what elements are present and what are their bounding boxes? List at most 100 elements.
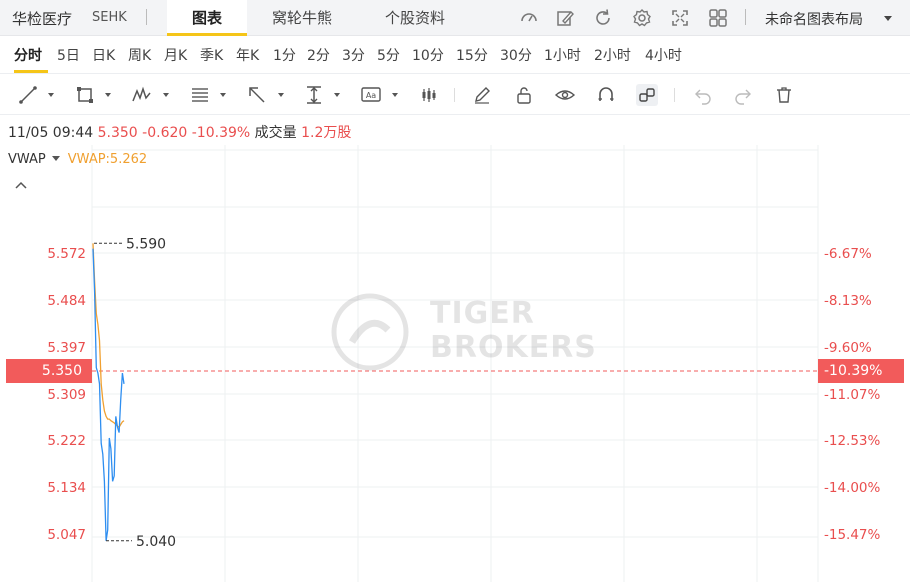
period-week[interactable]: 周K [128,45,151,65]
active-period-indicator [14,70,48,73]
y-tick-label: 5.134 [47,480,86,496]
y-tick-label: -9.60% [824,340,872,356]
period-month[interactable]: 月K [164,45,187,65]
y-tick-label: -8.13% [824,293,872,309]
y-axis-left: 5.572 5.484 5.397 5.309 5.222 5.134 5.047 [47,246,86,543]
y-tick-label: 5.572 [47,246,86,262]
quote-change-pct: -10.39% [191,125,251,141]
chevron-down-icon[interactable] [163,93,169,97]
divider [674,88,675,102]
chart-grid [91,145,819,582]
vwap-value: VWAP:5.262 [67,152,148,167]
period-quarter[interactable]: 季K [200,45,223,65]
y-tick-label: -14.00% [824,480,881,496]
link-icon[interactable] [636,84,658,106]
price-series-line [92,248,125,541]
quote-info: 11/05 09:44 5.350 -0.620 -10.39% 成交量 1.2… [8,122,351,142]
low-price-label: 5.040 [136,534,176,550]
y-tick-label: -11.07% [824,387,881,403]
high-price-label: 5.590 [126,236,166,252]
tab-chart[interactable]: 图表 [167,0,247,36]
period-2h[interactable]: 2小时 [594,45,631,65]
reload-icon[interactable] [592,7,614,29]
svg-text:Aa: Aa [366,91,376,100]
layout-selector[interactable]: 未命名图表布局 [765,9,863,29]
fib-tool-icon[interactable] [189,84,211,106]
measure-tool-icon[interactable] [303,84,325,106]
tab-warrants[interactable]: 窝轮牛熊 [257,0,347,36]
period-bar: 分时 5日 日K 周K 月K 季K 年K 1分 2分 3分 5分 10分 15分… [0,36,910,74]
grid-layout-icon[interactable] [707,7,729,29]
chevron-down-icon[interactable] [334,93,340,97]
redo-icon[interactable] [732,84,754,106]
period-1h[interactable]: 1小时 [544,45,581,65]
y-tick-label: -15.47% [824,527,881,543]
chevron-down-icon[interactable] [884,16,892,21]
period-15m[interactable]: 15分 [456,45,488,65]
text-tool-icon[interactable]: Aa [360,84,382,106]
top-bar: 华检医疗 SEHK 图表 窝轮牛熊 个股资料 未命名图表布局 [0,0,910,36]
period-4h[interactable]: 4小时 [645,45,682,65]
y-tick-label: 5.309 [47,387,86,403]
period-day[interactable]: 日K [92,45,115,65]
chart-annotations: 5.590 5.040 [94,236,176,550]
chevron-down-icon[interactable] [51,156,60,161]
period-2m[interactable]: 2分 [307,45,330,65]
fullscreen-icon[interactable] [669,7,691,29]
magnet-icon[interactable] [595,84,617,106]
chart-series [92,243,125,541]
chevron-up-icon[interactable] [14,180,28,190]
period-5d[interactable]: 5日 [57,45,80,65]
divider [745,9,746,25]
arrow-tool-icon[interactable] [246,84,268,106]
chevron-down-icon[interactable] [392,93,398,97]
period-year[interactable]: 年K [236,45,259,65]
candlestick-icon[interactable] [418,84,440,106]
price-chart[interactable]: 5.572 5.484 5.397 5.309 5.222 5.134 5.047 -6.6… [0,145,910,582]
y-tick-label: 5.047 [47,527,86,543]
settings-icon[interactable] [631,7,653,29]
quote-change: -0.620 [142,125,188,141]
period-10m[interactable]: 10分 [412,45,444,65]
period-3m[interactable]: 3分 [342,45,365,65]
chevron-down-icon[interactable] [48,93,54,97]
chevron-down-icon[interactable] [220,93,226,97]
refresh-gauge-icon[interactable] [518,7,540,29]
chevron-down-icon[interactable] [105,93,111,97]
drawing-toolbar: Aa [0,75,910,115]
y-tick-label: 5.484 [47,293,86,309]
period-1m[interactable]: 1分 [273,45,296,65]
quote-volume: 1.2万股 [301,125,352,141]
current-pct-tag: -10.39% [818,359,904,383]
pencil-icon[interactable] [471,84,493,106]
quote-price: 5.350 [97,125,138,141]
vwap-name[interactable]: VWAP [8,152,46,167]
divider [454,88,455,102]
period-intraday[interactable]: 分时 [14,45,42,65]
current-price-tag: 5.350 [6,359,92,383]
chevron-down-icon[interactable] [278,93,284,97]
period-5m[interactable]: 5分 [377,45,400,65]
tab-profile[interactable]: 个股资料 [370,0,460,36]
period-30m[interactable]: 30分 [500,45,532,65]
rectangle-tool-icon[interactable] [74,84,96,106]
line-tool-icon[interactable] [17,84,39,106]
y-tick-label: 5.397 [47,340,86,356]
vwap-indicator: VWAP VWAP:5.262 [8,152,147,167]
stock-name: 华检医疗 [12,10,73,28]
edit-icon[interactable] [554,7,576,29]
y-axis-right: -6.67% -8.13% -9.60% -11.07% -12.53% -14.00% -… [824,246,881,543]
volume-label: 成交量 [254,125,297,141]
y-tick-label: -6.67% [824,246,872,262]
stock-market: SEHK [92,10,127,25]
vwap-series-line [92,243,125,429]
lock-icon[interactable] [513,84,535,106]
pattern-tool-icon[interactable] [131,84,153,106]
divider [146,9,147,25]
quote-datetime: 11/05 09:44 [8,125,94,141]
undo-icon[interactable] [692,84,714,106]
y-tick-label: -12.53% [824,433,881,449]
eye-icon[interactable] [554,84,576,106]
trash-icon[interactable] [773,84,795,106]
y-tick-label: 5.222 [47,433,86,449]
